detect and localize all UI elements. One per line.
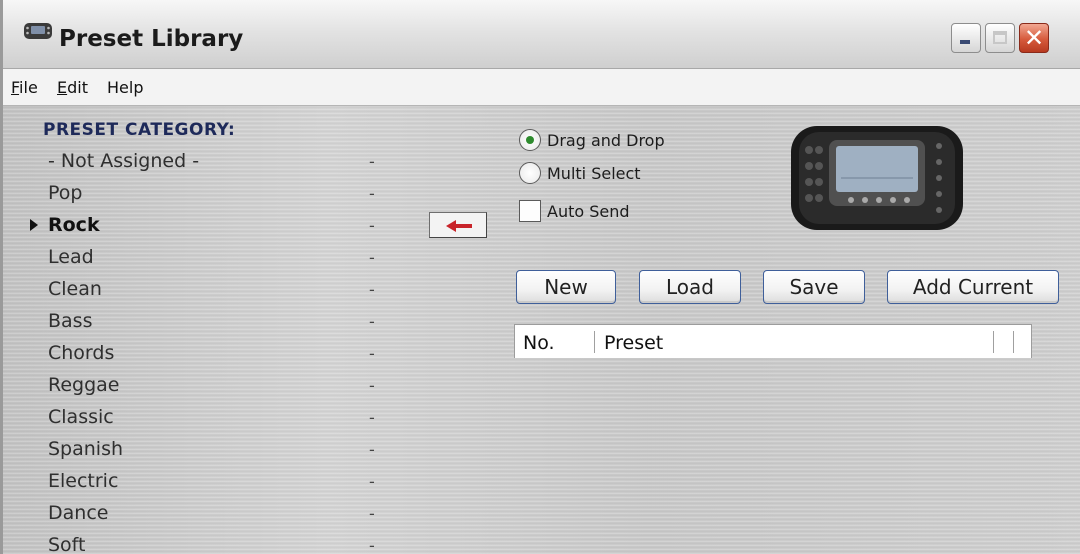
close-button[interactable]: ✕ — [1019, 23, 1049, 53]
arrow-left-icon — [446, 220, 472, 232]
category-item[interactable]: Spanish - — [3, 434, 423, 466]
multi-select-radio[interactable] — [519, 162, 541, 184]
category-label: Electric — [48, 470, 119, 492]
category-count: - — [369, 312, 375, 331]
radio-selected-dot — [526, 136, 534, 144]
category-item[interactable]: Dance - — [3, 498, 423, 530]
new-button[interactable]: New — [516, 270, 616, 304]
device-image — [791, 126, 963, 230]
auto-send-label: Auto Send — [547, 202, 630, 221]
column-divider[interactable] — [1013, 331, 1014, 353]
menu-file-mnemonic: F — [11, 78, 20, 97]
column-divider[interactable] — [594, 331, 595, 353]
category-count: - — [369, 184, 375, 203]
save-button[interactable]: Save — [763, 270, 865, 304]
column-header-preset[interactable]: Preset — [604, 332, 663, 354]
column-header-no[interactable]: No. — [523, 332, 555, 354]
category-label: Soft — [48, 534, 86, 554]
menu-file[interactable]: File — [11, 78, 38, 97]
category-count: - — [369, 216, 375, 235]
preset-category-header: PRESET CATEGORY: — [43, 120, 236, 140]
minimize-icon — [960, 40, 970, 44]
menu-edit-mnemonic: E — [57, 78, 68, 97]
category-label: Clean — [48, 278, 102, 300]
category-count: - — [369, 504, 375, 523]
close-icon: ✕ — [1023, 24, 1045, 52]
drag-drop-label: Drag and Drop — [547, 131, 665, 150]
column-divider[interactable] — [993, 331, 994, 353]
category-item[interactable]: Chords - — [3, 338, 423, 370]
menu-file-rest: ile — [19, 78, 38, 97]
category-count: - — [369, 248, 375, 267]
category-label: Spanish — [48, 438, 124, 460]
category-item[interactable]: Pop - — [3, 178, 423, 210]
category-count: - — [369, 344, 375, 363]
category-item[interactable]: Lead - — [3, 242, 423, 274]
preset-library-window: Preset Library ✕ File Edit Help PRESET C… — [0, 0, 1080, 554]
menu-edit[interactable]: Edit — [57, 78, 88, 97]
category-count: - — [369, 472, 375, 491]
category-count: - — [369, 376, 375, 395]
preset-list-header: No. Preset — [514, 324, 1032, 358]
category-label: Classic — [48, 406, 114, 428]
category-label: Chords — [48, 342, 115, 364]
maximize-icon — [993, 31, 1007, 44]
selected-arrow-icon — [30, 219, 38, 231]
menu-help-rest: Help — [107, 78, 144, 97]
category-item[interactable]: Bass - — [3, 306, 423, 338]
maximize-button[interactable] — [985, 23, 1015, 53]
category-label: - Not Assigned - — [48, 150, 200, 172]
category-item[interactable]: - Not Assigned - - — [3, 146, 423, 178]
multi-select-label: Multi Select — [547, 164, 641, 183]
category-count: - — [369, 536, 375, 554]
move-to-category-button[interactable] — [429, 212, 487, 238]
drag-drop-radio[interactable] — [519, 129, 541, 151]
category-item[interactable]: Soft - — [3, 530, 423, 554]
menu-bar: File Edit Help — [3, 69, 1080, 106]
auto-send-checkbox[interactable] — [519, 200, 541, 222]
main-panel: PRESET CATEGORY: - Not Assigned - - Pop … — [3, 106, 1080, 554]
app-device-icon — [24, 23, 52, 39]
menu-help[interactable]: Help — [107, 78, 143, 97]
category-label: Pop — [48, 182, 83, 204]
add-current-button[interactable]: Add Current — [887, 270, 1059, 304]
category-item-selected[interactable]: Rock - — [3, 210, 423, 242]
load-button[interactable]: Load — [639, 270, 741, 304]
category-item[interactable]: Classic - — [3, 402, 423, 434]
category-count: - — [369, 152, 375, 171]
category-count: - — [369, 408, 375, 427]
title-bar[interactable]: Preset Library ✕ — [3, 0, 1080, 69]
category-count: - — [369, 280, 375, 299]
category-label: Lead — [48, 246, 94, 268]
category-count: - — [369, 440, 375, 459]
category-label: Dance — [48, 502, 109, 524]
category-label: Rock — [48, 214, 100, 236]
category-item[interactable]: Electric - — [3, 466, 423, 498]
category-item[interactable]: Reggae - — [3, 370, 423, 402]
category-item[interactable]: Clean - — [3, 274, 423, 306]
category-label: Reggae — [48, 374, 120, 396]
minimize-button[interactable] — [951, 23, 981, 53]
window-title: Preset Library — [59, 26, 244, 52]
menu-edit-rest: dit — [67, 78, 88, 97]
category-label: Bass — [48, 310, 93, 332]
